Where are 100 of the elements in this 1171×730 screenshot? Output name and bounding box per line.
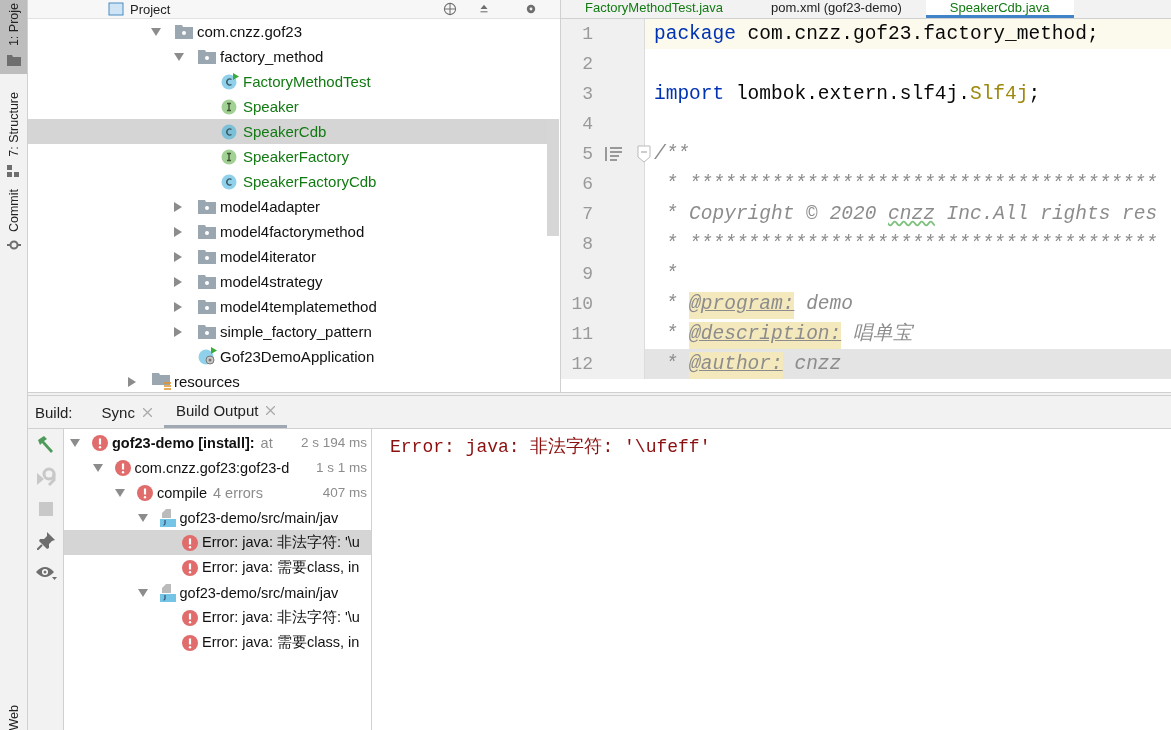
panel-tab[interactable]: Sync — [89, 396, 164, 428]
editor-tab[interactable]: pom.xml (gof23-demo) — [747, 0, 926, 18]
code-line: * @description: 唱单宝 — [645, 319, 1171, 349]
tool-window-tab[interactable]: Commit — [0, 184, 27, 258]
line-number: 6 — [581, 173, 593, 196]
tree-item[interactable]: simple_factory_pattern — [28, 319, 547, 344]
duration: 2 s 194 ms — [300, 435, 367, 450]
code-line: * @program: demo — [645, 289, 1171, 319]
line-number: 7 — [581, 203, 593, 226]
editor-tab[interactable]: SpeakerCdb.java — [925, 0, 1074, 18]
collapse-arrow-icon[interactable] — [92, 463, 103, 472]
expand-arrow-icon[interactable] — [174, 276, 182, 287]
error-icon — [137, 484, 153, 501]
build-tree-item[interactable]: Error: java: 非法字符: '\u — [64, 605, 371, 630]
package-folder-icon — [198, 224, 216, 239]
code-line: * — [664, 262, 679, 287]
tree-item[interactable]: model4adapter — [28, 194, 547, 219]
error-icon — [182, 634, 198, 651]
build-tree-item[interactable]: gof23-demo/src/main/jav — [64, 505, 371, 530]
tree-item[interactable]: model4templatemethod — [28, 294, 547, 319]
tool-window-tab[interactable]: 7: Structure — [0, 88, 27, 185]
line-number: 9 — [581, 263, 593, 286]
error-icon — [182, 609, 198, 626]
collapse-arrow-icon[interactable] — [137, 588, 148, 597]
tree-item[interactable]: FactoryMethodTest — [28, 69, 547, 94]
duration: 407 ms — [322, 485, 367, 500]
close-icon[interactable] — [142, 407, 152, 417]
expand-arrow-icon[interactable] — [174, 226, 182, 237]
line-number: 4 — [581, 113, 593, 136]
line-number: 11 — [570, 323, 593, 346]
tree-item[interactable]: model4iterator — [28, 244, 547, 269]
collapse-arrow-icon[interactable] — [137, 513, 148, 522]
resources-folder-icon — [152, 373, 172, 390]
line-number: 8 — [581, 233, 593, 256]
collapse-arrow-icon[interactable] — [70, 438, 80, 447]
tree-item[interactable]: model4strategy — [28, 269, 547, 294]
commit-icon — [6, 239, 21, 250]
fold-marker-icon[interactable] — [637, 145, 651, 163]
java-file-icon — [159, 508, 176, 527]
scrollbar-thumb[interactable] — [547, 119, 559, 236]
folder-icon — [6, 54, 21, 67]
structure-icon — [7, 164, 20, 177]
tree-item[interactable]: SpeakerFactoryCdb — [28, 169, 547, 194]
tree-item[interactable]: factory_method — [28, 44, 547, 69]
line-number: 10 — [570, 293, 593, 316]
tree-item[interactable]: SpeakerFactory — [28, 144, 547, 169]
tree-item[interactable]: resources — [28, 369, 547, 392]
console-output: Error: java: 非法字符: '\ufeff' — [390, 436, 711, 459]
interface-icon — [221, 147, 239, 166]
package-folder-icon — [198, 324, 216, 339]
package-folder-icon — [198, 199, 216, 214]
collapse-arrow-icon[interactable] — [151, 27, 161, 36]
panel-label: Build: — [34, 402, 74, 423]
package-folder-icon — [198, 249, 216, 264]
build-tree-item[interactable]: gof23-demo/src/main/jav — [64, 580, 371, 605]
tree-item[interactable]: SpeakerCdb — [28, 119, 547, 144]
editor-tab[interactable]: FactoryMethodTest.java — [561, 0, 747, 18]
build-tree-item[interactable]: com.cnzz.gof23:gof23-d 1 s 1 ms — [64, 455, 371, 480]
error-icon — [182, 559, 198, 576]
error-icon — [114, 459, 131, 476]
application-class-icon — [198, 346, 218, 367]
expand-arrow-icon[interactable] — [174, 201, 182, 212]
line-number: 1 — [581, 23, 593, 46]
build-tree-item[interactable]: Error: java: 需要class, in — [64, 630, 371, 655]
expand-arrow-icon[interactable] — [174, 251, 182, 262]
line-number: 3 — [581, 83, 593, 106]
duration: 1 s 1 ms — [316, 460, 367, 475]
package-folder-icon — [198, 299, 216, 314]
collapse-arrow-icon[interactable] — [115, 488, 125, 497]
close-icon[interactable] — [266, 406, 276, 415]
hammer-icon[interactable] — [35, 435, 56, 455]
tree-item[interactable]: com.cnzz.gof23 — [28, 19, 547, 44]
build-tree-item[interactable]: Error: java: 需要class, in — [64, 555, 371, 580]
interface-icon — [221, 97, 239, 116]
code-line: * **************************************** — [664, 172, 1159, 197]
tree-item[interactable]: model4factorymethod — [28, 219, 547, 244]
build-tree-item[interactable]: gof23-demo [install]: at 2 s 194 ms — [64, 430, 371, 455]
line-number: 2 — [581, 53, 593, 76]
tree-item[interactable]: Speaker — [28, 94, 547, 119]
java-file-icon — [159, 583, 176, 602]
expand-arrow-icon[interactable] — [128, 376, 136, 387]
node-detail: 4 errors — [212, 484, 263, 501]
expand-arrow-icon[interactable] — [174, 326, 182, 337]
parameter-hints-icon[interactable] — [605, 146, 623, 162]
package-folder-icon — [175, 24, 193, 39]
tree-item[interactable]: Gof23DemoApplication — [28, 344, 547, 369]
pin-icon[interactable] — [36, 532, 55, 550]
node-detail: at — [260, 434, 273, 451]
build-tree-item[interactable]: Error: java: 非法字符: '\u — [64, 530, 371, 555]
package-folder-icon — [198, 49, 216, 64]
collapse-arrow-icon[interactable] — [174, 52, 184, 61]
tool-window-tab[interactable]: 1: Proje — [0, 0, 27, 75]
eye-icon[interactable] — [34, 565, 57, 581]
code-line: * **************************************** — [664, 232, 1159, 257]
build-tree-item[interactable]: compile 4 errors 407 ms — [64, 480, 371, 505]
code-line: import lombok.extern.slf4j.Slf4j; — [653, 82, 1042, 107]
panel-title: Project — [130, 1, 171, 17]
expand-arrow-icon[interactable] — [174, 301, 182, 312]
tool-window-tab[interactable]: Web — [0, 700, 27, 730]
code-line: /** — [653, 142, 691, 167]
